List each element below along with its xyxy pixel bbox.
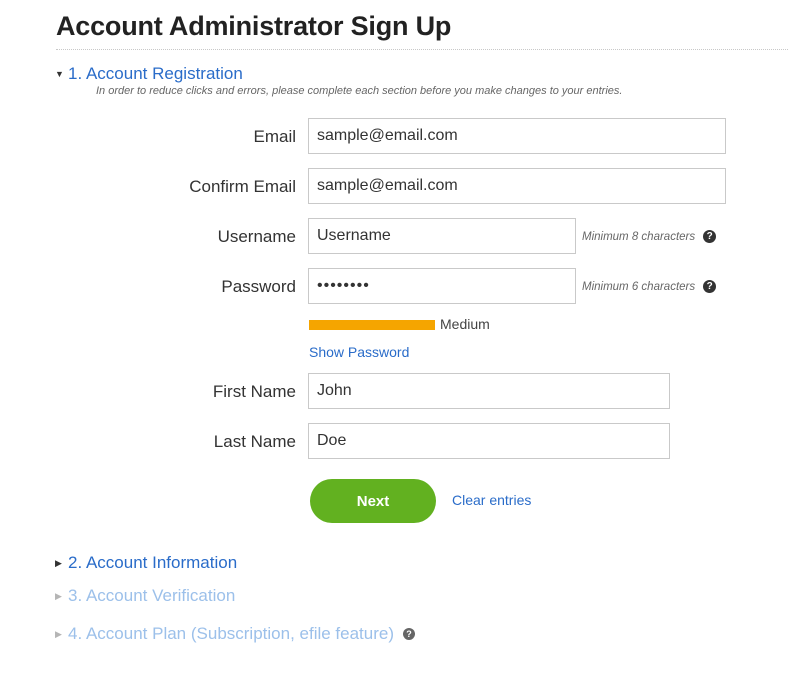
signup-page: Account Administrator Sign Up ▼ 1. Accou…: [0, 0, 788, 695]
page-title: Account Administrator Sign Up: [56, 11, 452, 41]
username-hint: Minimum 8 characters ?: [582, 230, 717, 243]
section-account-plan: ▶ 4. Account Plan (Subscription, efile f…: [55, 624, 416, 644]
chevron-right-icon: ▶: [55, 590, 62, 601]
password-field[interactable]: [308, 268, 576, 304]
title-divider: [56, 49, 788, 50]
show-password-link[interactable]: Show Password: [309, 344, 409, 360]
email-label: Email: [253, 127, 296, 146]
clear-entries-link[interactable]: Clear entries: [452, 492, 531, 508]
password-label: Password: [221, 277, 296, 296]
password-strength-bar: [309, 320, 435, 330]
email-field[interactable]: [308, 118, 726, 154]
section-title: 2. Account Information: [68, 553, 238, 572]
next-button[interactable]: Next: [310, 479, 436, 523]
password-strength-fill: [309, 320, 435, 330]
last-name-label: Last Name: [213, 432, 296, 451]
help-icon[interactable]: ?: [703, 280, 717, 293]
section-account-information[interactable]: ▶ 2. Account Information: [55, 553, 237, 573]
username-hint-text: Minimum 8 characters: [582, 230, 696, 243]
password-hint: Minimum 6 characters ?: [582, 280, 717, 293]
confirm-email-field[interactable]: [308, 168, 726, 204]
confirm-email-label: Confirm Email: [189, 177, 296, 196]
section-title: 4. Account Plan (Subscription, efile fea…: [68, 624, 395, 643]
username-label: Username: [217, 227, 296, 246]
section-account-verification: ▶ 3. Account Verification: [55, 586, 235, 606]
username-field[interactable]: [308, 218, 576, 254]
section-title: 1. Account Registration: [68, 64, 243, 83]
help-icon[interactable]: ?: [403, 628, 416, 640]
chevron-right-icon: ▶: [55, 628, 62, 639]
password-hint-text: Minimum 6 characters: [582, 280, 696, 293]
help-icon[interactable]: ?: [703, 230, 717, 243]
last-name-field[interactable]: [308, 423, 670, 459]
section-title: 3. Account Verification: [68, 586, 236, 605]
chevron-down-icon: ▼: [55, 68, 64, 79]
chevron-right-icon: ▶: [55, 557, 62, 568]
section-account-registration[interactable]: ▼ 1. Account Registration: [55, 64, 243, 84]
first-name-field[interactable]: [308, 373, 670, 409]
first-name-label: First Name: [212, 382, 296, 401]
password-strength-label: Medium: [440, 316, 490, 332]
section-instructions: In order to reduce clicks and errors, pl…: [96, 85, 623, 97]
